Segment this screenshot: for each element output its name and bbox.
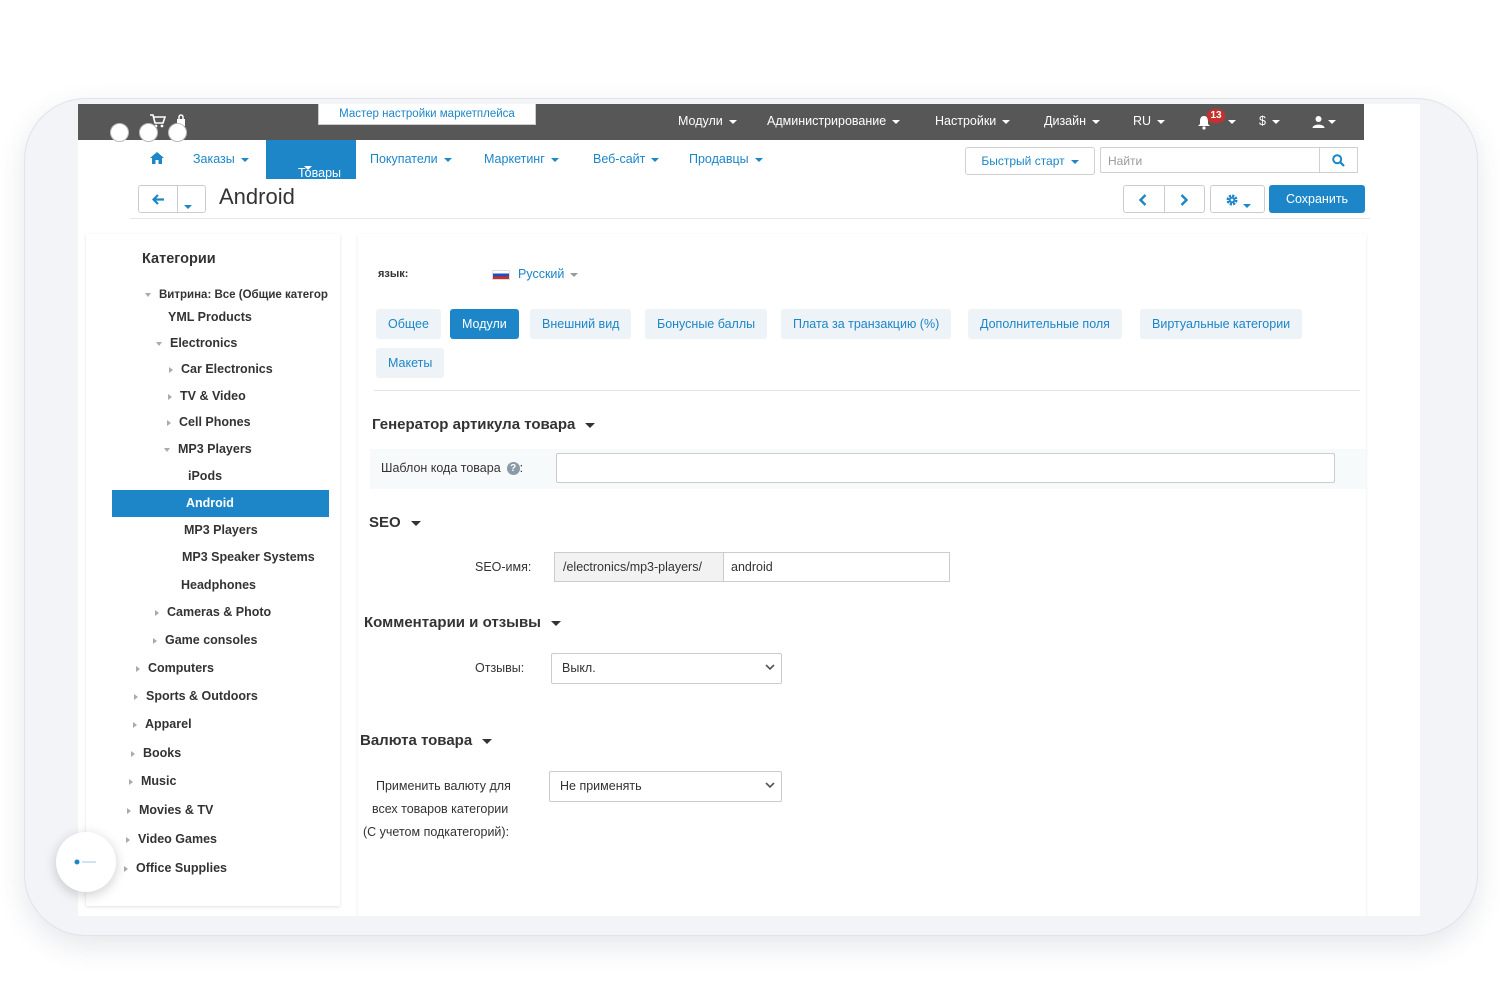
home-icon[interactable] (150, 152, 164, 164)
prev-next-group (1123, 185, 1205, 213)
tab-modules[interactable]: Модули (450, 309, 519, 339)
chevron-right-icon[interactable] (1180, 194, 1188, 206)
tree-item[interactable]: Books (131, 746, 181, 760)
back-dropdown-caret[interactable] (184, 198, 192, 216)
menu-currency[interactable]: $ (1259, 114, 1280, 128)
save-button[interactable]: Сохранить (1269, 185, 1365, 213)
menu-administration[interactable]: Администрирование (767, 114, 901, 128)
tree-item[interactable]: TV & Video (168, 389, 246, 403)
flag-ru-icon (492, 269, 510, 280)
tree-item[interactable]: MP3 Players (164, 442, 252, 456)
top-bar: Модули Администрирование Настройки Дизай… (78, 104, 1364, 140)
nav-website[interactable]: Веб-сайт (593, 152, 660, 166)
tree-item[interactable]: Cameras & Photo (155, 605, 271, 619)
tree-item[interactable]: Electronics (156, 336, 237, 350)
chat-icon (74, 859, 96, 865)
marketplace-wizard-link[interactable]: Мастер настройки маркетплейса (318, 104, 536, 125)
apply-currency-label: Применить валюту для (376, 779, 511, 793)
seo-path-prefix: /electronics/mp3-players/ (554, 552, 724, 582)
apply-currency-label: всех товаров категории (372, 802, 509, 816)
tree-item[interactable]: Headphones (181, 578, 256, 592)
user-caret[interactable] (1322, 114, 1336, 128)
tab-bonus-points[interactable]: Бонусные баллы (645, 309, 768, 339)
menu-modules[interactable]: Модули (678, 114, 737, 128)
nav-vendors[interactable]: Продавцы (689, 152, 763, 166)
section-currency-heading[interactable]: Валюта товара (360, 732, 493, 749)
tab-virtual-categories[interactable]: Виртуальные категории (1140, 309, 1303, 339)
arrow-left-icon[interactable] (152, 194, 165, 205)
tree-item[interactable]: MP3 Players (184, 523, 258, 537)
nav-customers[interactable]: Покупатели (370, 152, 452, 166)
app-screen: Модули Администрирование Настройки Дизай… (78, 104, 1420, 916)
sidebar-heading: Категории (142, 251, 216, 267)
search-input[interactable]: Найти (1100, 147, 1320, 173)
product-code-template-input[interactable] (556, 453, 1335, 483)
tree-item[interactable]: Movies & TV (127, 803, 213, 817)
floating-help-button[interactable] (56, 832, 116, 892)
tree-item[interactable]: Car Electronics (169, 362, 273, 376)
product-code-template-label: Шаблон кода товара?: (381, 461, 524, 476)
tabs-divider (374, 390, 1360, 391)
tree-item[interactable]: YML Products (168, 310, 252, 324)
seo-name-label: SEO-имя: (475, 560, 532, 574)
tree-item[interactable]: Apparel (133, 717, 192, 731)
nav-orders[interactable]: Заказы (193, 152, 249, 166)
quick-start-button[interactable]: Быстрый старт (965, 147, 1095, 175)
section-generator-heading[interactable]: Генератор артикула товара (372, 416, 596, 433)
seo-name-input[interactable]: android (723, 552, 950, 582)
nav-products[interactable]: Товары (266, 140, 356, 180)
tree-item[interactable]: Computers (136, 661, 214, 675)
tab-appearance[interactable]: Внешний вид (530, 309, 632, 339)
back-button-group[interactable] (138, 185, 206, 213)
reviews-select[interactable]: Выкл. (551, 653, 782, 684)
chevron-down-icon (765, 782, 775, 789)
decor-dot (139, 123, 158, 142)
tab-extra-fields[interactable]: Дополнительные поля (968, 309, 1122, 339)
currency-select[interactable]: Не применять (549, 771, 782, 802)
search-button[interactable] (1320, 147, 1358, 173)
menu-settings[interactable]: Настройки (935, 114, 1011, 128)
decor-dot (110, 123, 129, 142)
search-icon (1332, 154, 1345, 167)
nav-marketing[interactable]: Маркетинг (484, 152, 559, 166)
apply-currency-label: (С учетом подкатегорий): (363, 825, 510, 839)
help-icon[interactable]: ? (506, 462, 520, 476)
chevron-left-icon[interactable] (1139, 194, 1147, 206)
tree-item[interactable]: Cell Phones (167, 415, 251, 429)
tree-item[interactable]: Video Games (126, 832, 217, 846)
tree-item[interactable]: Office Supplies (124, 861, 227, 875)
tree-item[interactable]: MP3 Speaker Systems (182, 550, 315, 564)
menu-design[interactable]: Дизайн (1044, 114, 1101, 128)
tree-item[interactable]: iPods (188, 469, 222, 483)
decor-dot (168, 123, 187, 142)
section-seo-heading[interactable]: SEO (369, 514, 421, 531)
menu-language[interactable]: RU (1133, 114, 1166, 128)
page-title: Android (219, 184, 295, 209)
settings-dropdown-button[interactable] (1210, 185, 1265, 213)
language-label: язык: (378, 268, 409, 280)
tab-transaction-fee[interactable]: Плата за транзакцию (%) (781, 309, 952, 339)
tab-layouts[interactable]: Макеты (376, 348, 445, 378)
reviews-label: Отзывы: (475, 661, 525, 675)
tree-storefront[interactable]: Витрина: Все (Общие категор (145, 287, 328, 301)
tree-item[interactable]: Game consoles (153, 633, 257, 647)
tree-item-active[interactable]: Android (112, 490, 329, 517)
bell-caret[interactable] (1222, 114, 1236, 128)
section-comments-heading[interactable]: Комментарии и отзывы (364, 614, 561, 631)
chevron-down-icon (765, 664, 775, 671)
language-selector[interactable]: Русский (492, 267, 579, 281)
tab-general[interactable]: Общее (376, 309, 441, 339)
title-divider (130, 218, 1370, 219)
tree-item[interactable]: Music (129, 774, 176, 788)
tree-item[interactable]: Sports & Outdoors (134, 689, 258, 703)
